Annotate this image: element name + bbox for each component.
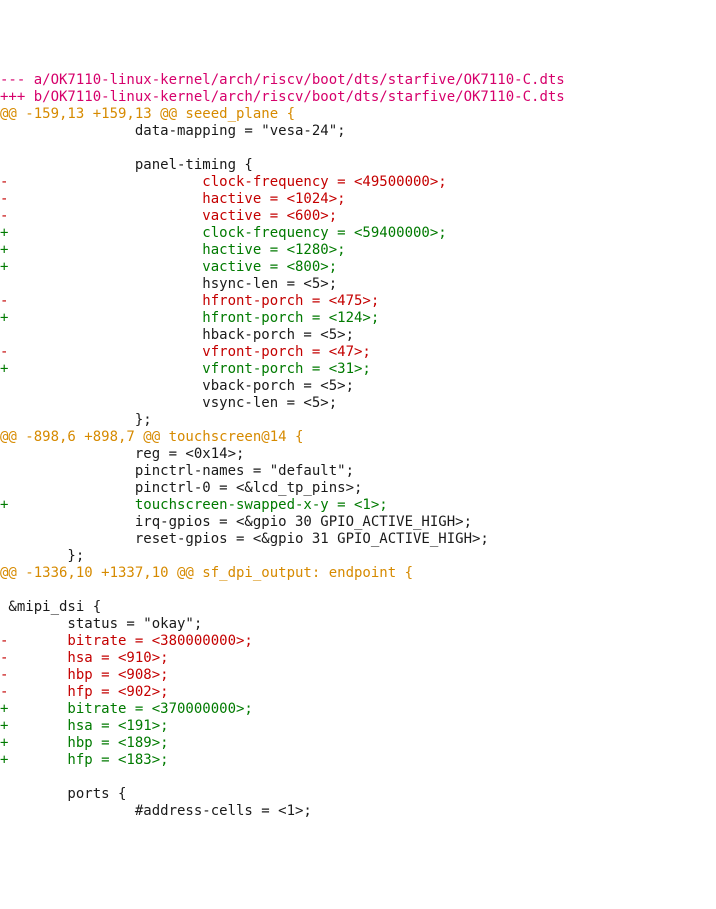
diff-line-removed: - vactive = <600>; — [0, 208, 337, 224]
diff-line-added: + touchscreen-swapped-x-y = <1>; — [0, 497, 388, 513]
diff-line-context: data-mapping = "vesa-24"; — [0, 123, 346, 139]
diff-line-added: + vfront-porch = <31>; — [0, 361, 371, 377]
file-header-to: +++ b/OK7110-linux-kernel/arch/riscv/boo… — [0, 89, 565, 105]
diff-line-context: reg = <0x14>; — [0, 446, 244, 462]
hunk-header: @@ -898,6 +898,7 @@ touchscreen@14 { — [0, 429, 303, 445]
diff-line-added: + hsa = <191>; — [0, 718, 169, 734]
diff-line-removed: - hbp = <908>; — [0, 667, 169, 683]
hunk-header: @@ -159,13 +159,13 @@ seeed_plane { — [0, 106, 295, 122]
diff-line-context: ports { — [0, 786, 126, 802]
diff-line-context: vsync-len = <5>; — [0, 395, 337, 411]
diff-line-context: #address-cells = <1>; — [0, 803, 312, 819]
diff-viewer: --- a/OK7110-linux-kernel/arch/riscv/boo… — [0, 51, 716, 841]
diff-body: @@ -159,13 +159,13 @@ seeed_plane { data… — [0, 106, 716, 820]
file-header-from: --- a/OK7110-linux-kernel/arch/riscv/boo… — [0, 72, 565, 88]
diff-line-added: + clock-frequency = <59400000>; — [0, 225, 447, 241]
diff-line-added: + hfp = <183>; — [0, 752, 169, 768]
diff-line-context: pinctrl-names = "default"; — [0, 463, 354, 479]
diff-line-added: + vactive = <800>; — [0, 259, 337, 275]
diff-line-context: hback-porch = <5>; — [0, 327, 354, 343]
diff-line-context: reset-gpios = <&gpio 31 GPIO_ACTIVE_HIGH… — [0, 531, 489, 547]
diff-line-removed: - hactive = <1024>; — [0, 191, 346, 207]
diff-line-removed: - hsa = <910>; — [0, 650, 169, 666]
diff-line-context: vback-porch = <5>; — [0, 378, 354, 394]
diff-line-context: &mipi_dsi { — [0, 599, 101, 615]
diff-line-context: }; — [0, 548, 84, 564]
diff-line-removed: - hfp = <902>; — [0, 684, 169, 700]
diff-line-added: + bitrate = <370000000>; — [0, 701, 253, 717]
hunk-header: @@ -1336,10 +1337,10 @@ sf_dpi_output: e… — [0, 565, 413, 581]
diff-line-context: panel-timing { — [0, 157, 253, 173]
diff-line-added: + hfront-porch = <124>; — [0, 310, 379, 326]
diff-line-context: }; — [0, 412, 152, 428]
diff-line-removed: - hfront-porch = <475>; — [0, 293, 379, 309]
diff-line-removed: - clock-frequency = <49500000>; — [0, 174, 447, 190]
diff-line-context: irq-gpios = <&gpio 30 GPIO_ACTIVE_HIGH>; — [0, 514, 472, 530]
diff-line-removed: - vfront-porch = <47>; — [0, 344, 371, 360]
diff-line-added: + hbp = <189>; — [0, 735, 169, 751]
diff-line-context: pinctrl-0 = <&lcd_tp_pins>; — [0, 480, 362, 496]
diff-line-added: + hactive = <1280>; — [0, 242, 346, 258]
diff-line-removed: - bitrate = <380000000>; — [0, 633, 253, 649]
diff-line-context: hsync-len = <5>; — [0, 276, 337, 292]
diff-line-context: status = "okay"; — [0, 616, 202, 632]
